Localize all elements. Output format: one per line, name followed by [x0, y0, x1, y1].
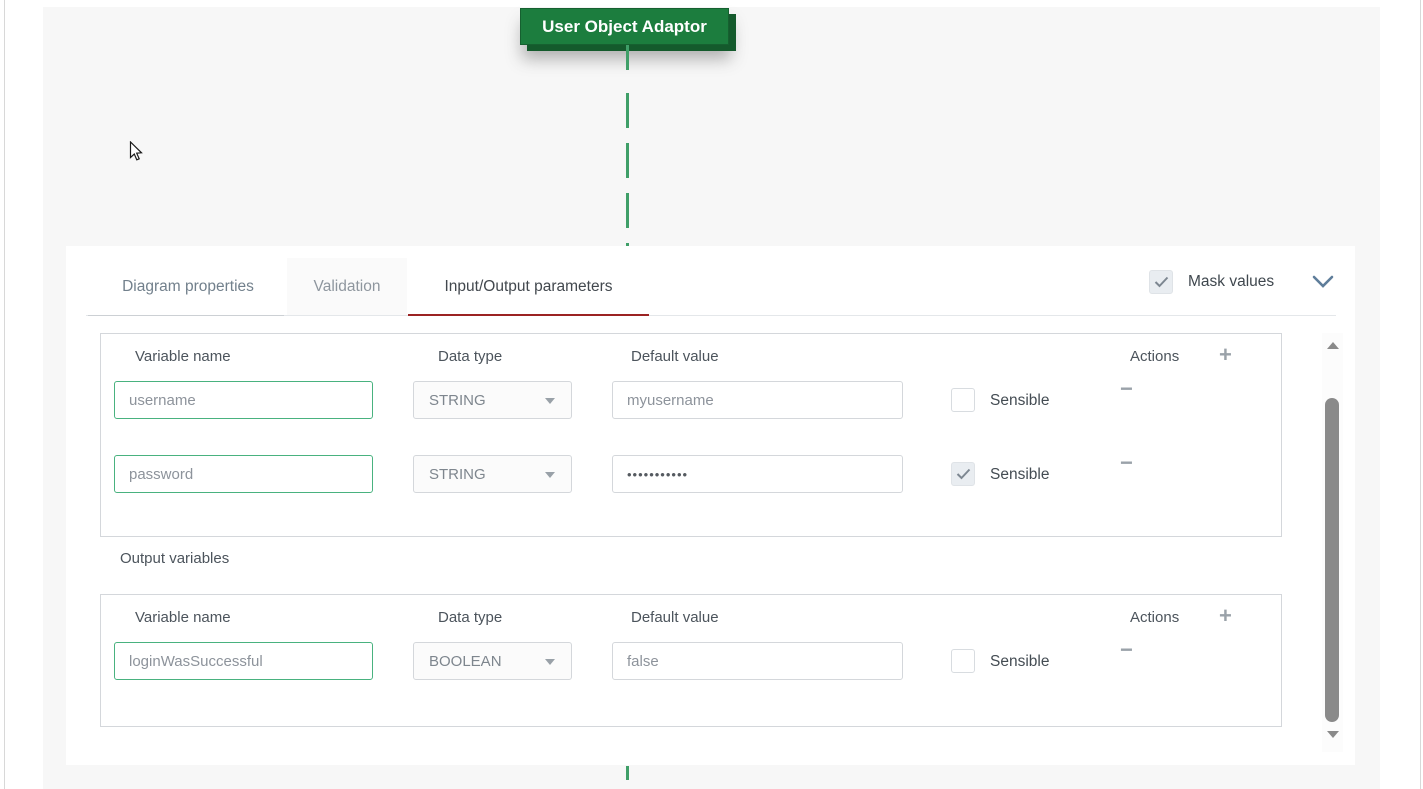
data-type-value: BOOLEAN [429, 652, 502, 670]
sensible-label: Sensible [990, 653, 1050, 670]
connector-line-below-panel [626, 766, 629, 780]
default-value-input[interactable] [612, 642, 903, 680]
variable-name-input[interactable] [114, 455, 373, 493]
check-icon [1154, 276, 1168, 288]
mask-values-checkbox[interactable] [1149, 270, 1173, 294]
output-parameters-table: Variable name Data type Default value Ac… [100, 594, 1282, 727]
column-header-actions: Actions [1130, 609, 1180, 626]
properties-panel: Diagram properties Validation Input/Outp… [66, 246, 1355, 765]
remove-row-button[interactable]: − [1120, 637, 1133, 663]
add-row-button[interactable]: + [1219, 342, 1232, 368]
default-value-input[interactable] [612, 381, 903, 419]
column-header-default-value: Default value [631, 348, 719, 365]
screen: User Object Adaptor Diagram properties V… [0, 0, 1423, 789]
output-variables-label: Output variables [120, 550, 230, 567]
column-header-actions: Actions [1130, 348, 1180, 365]
column-header-default-value: Default value [631, 609, 719, 626]
tab-diagram-properties[interactable]: Diagram properties [90, 258, 286, 315]
connector-dashed-line [626, 93, 629, 246]
node-user-object-adaptor[interactable]: User Object Adaptor [520, 8, 729, 45]
data-type-value: STRING [429, 465, 486, 483]
input-parameters-table: Variable name Data type Default value Ac… [100, 333, 1282, 537]
mask-values-label: Mask values [1188, 273, 1275, 290]
active-tab-underline [408, 314, 649, 316]
variable-name-input[interactable] [114, 642, 373, 680]
add-row-button[interactable]: + [1219, 603, 1232, 629]
column-header-variable-name: Variable name [135, 348, 231, 365]
variable-name-input[interactable] [114, 381, 373, 419]
default-value-input-masked[interactable] [612, 455, 903, 493]
scroll-up-icon[interactable] [1327, 342, 1339, 349]
tab-diagram-underline [88, 315, 284, 316]
data-type-select[interactable]: STRING [413, 455, 572, 493]
sensible-checkbox[interactable] [951, 388, 975, 412]
remove-row-button[interactable]: − [1120, 376, 1133, 402]
column-header-data-type: Data type [438, 609, 503, 626]
connector-line [626, 45, 629, 70]
dropdown-caret-icon [545, 472, 555, 478]
node-label: User Object Adaptor [542, 16, 707, 36]
sensible-checkbox[interactable] [951, 462, 975, 486]
check-icon [956, 468, 970, 480]
scrollbar-thumb[interactable] [1325, 398, 1339, 722]
data-type-value: STRING [429, 391, 486, 409]
column-header-variable-name: Variable name [135, 609, 231, 626]
dropdown-caret-icon [545, 398, 555, 404]
sensible-label: Sensible [990, 466, 1050, 483]
sensible-checkbox[interactable] [951, 649, 975, 673]
dropdown-caret-icon [545, 659, 555, 665]
tab-input-output-parameters[interactable]: Input/Output parameters [408, 258, 649, 315]
column-header-data-type: Data type [438, 348, 503, 365]
scroll-down-icon[interactable] [1327, 731, 1339, 738]
right-frame-border [1420, 0, 1421, 789]
chevron-down-icon[interactable] [1312, 275, 1334, 294]
remove-row-button[interactable]: − [1120, 450, 1133, 476]
sensible-label: Sensible [990, 392, 1050, 409]
tab-validation[interactable]: Validation [287, 258, 407, 315]
data-type-select[interactable]: STRING [413, 381, 572, 419]
data-type-select[interactable]: BOOLEAN [413, 642, 572, 680]
left-frame-border [4, 0, 5, 789]
